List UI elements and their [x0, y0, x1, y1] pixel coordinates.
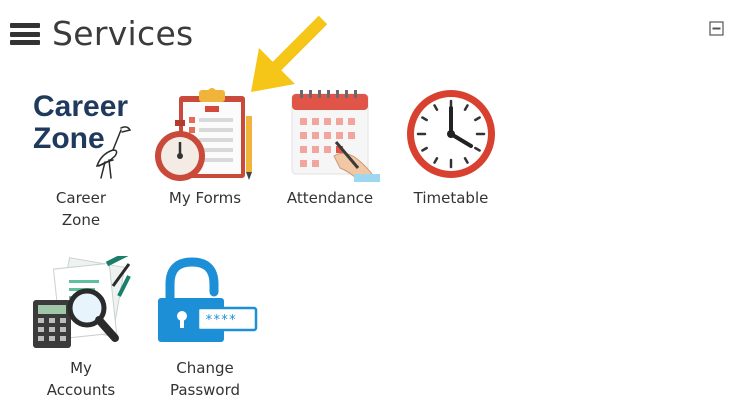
- career-zone-logo-line-1: Career: [33, 90, 128, 123]
- tile-label-line: Attendance: [286, 189, 374, 207]
- career-zone-heron-logo: Career Zone: [33, 90, 132, 179]
- tile-label-line: Change: [176, 359, 234, 377]
- password-mask-text: ****: [205, 313, 236, 328]
- tile-label-my-forms: My Forms: [169, 186, 241, 210]
- tile-timetable[interactable]: Timetable: [396, 86, 506, 210]
- tile-label-change-password: Change Password: [170, 356, 240, 402]
- calendar-pen-icon: [291, 90, 380, 182]
- tile-label-line: Password: [169, 381, 241, 399]
- hamburger-menu-icon[interactable]: [10, 23, 40, 45]
- page-header: Services: [10, 12, 194, 56]
- tile-my-accounts[interactable]: My Accounts: [26, 256, 136, 402]
- tile-my-forms[interactable]: My Forms: [150, 86, 260, 210]
- tile-label-line: Accounts: [46, 381, 116, 399]
- tile-label-my-accounts: My Accounts: [47, 356, 115, 402]
- tile-label-line: Zone: [61, 211, 101, 229]
- tile-attendance[interactable]: Attendance: [275, 86, 385, 210]
- yellow-pointer-arrow: [251, 15, 328, 92]
- minimize-panel-icon[interactable]: [709, 21, 724, 36]
- calculator-magnifier-icon: [33, 256, 131, 348]
- tile-label-attendance: Attendance: [287, 186, 373, 210]
- padlock-password-icon: ****: [158, 257, 258, 342]
- clipboard-stopwatch-icon: [155, 88, 252, 181]
- career-zone-logo-line-2: Zone: [33, 122, 105, 155]
- page-title: Services: [52, 14, 194, 53]
- tile-change-password[interactable]: **** Change Password: [150, 256, 260, 402]
- tile-label-line: My: [70, 359, 92, 377]
- tile-label-line: Timetable: [413, 189, 489, 207]
- tile-label-line: Career: [55, 189, 107, 207]
- wall-clock-icon: [407, 90, 495, 178]
- tile-label-line: My Forms: [168, 189, 242, 207]
- tile-label-career-zone: Career Zone: [56, 186, 106, 232]
- tile-label-timetable: Timetable: [414, 186, 489, 210]
- tile-career-zone[interactable]: Career Zone Career Zone: [26, 86, 136, 232]
